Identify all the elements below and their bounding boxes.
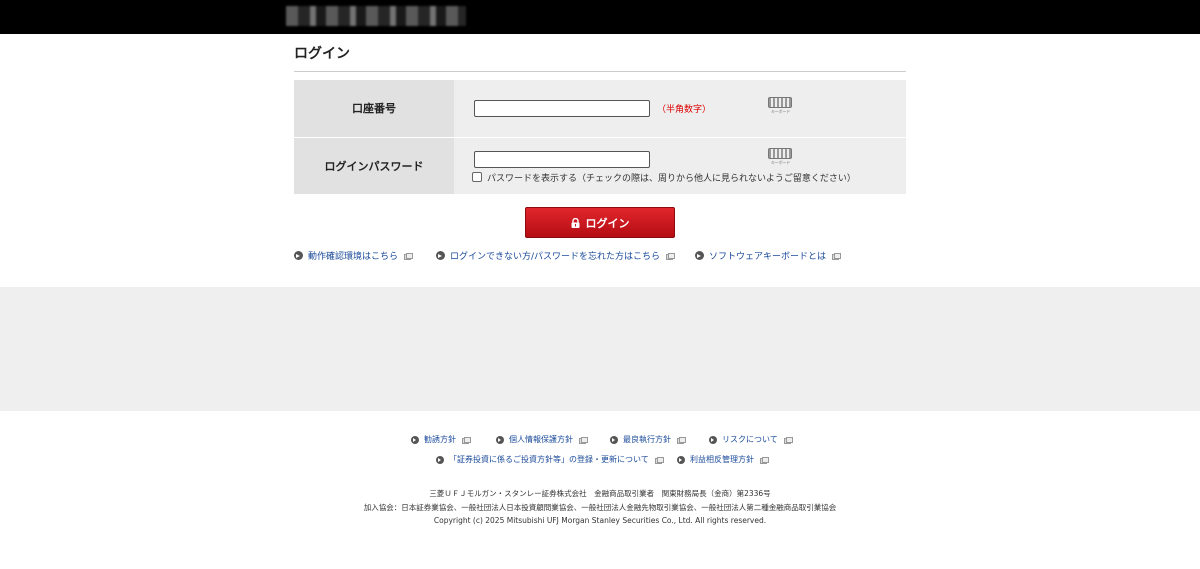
login-password-label: ログインパスワード bbox=[294, 137, 454, 195]
footer-link-risk[interactable]: リスクについて bbox=[709, 434, 793, 445]
top-header-bar bbox=[0, 0, 1200, 34]
arrow-right-icon bbox=[436, 455, 444, 464]
new-window-icon bbox=[832, 252, 842, 260]
forgot-password-link-label: ログインできない方/パスワードを忘れた方はこちら bbox=[450, 252, 661, 262]
footer-link-label: 勧誘方針 bbox=[424, 435, 456, 444]
blurred-logo bbox=[286, 6, 466, 26]
software-keyboard-link-label: ソフトウェアキーボードとは bbox=[709, 252, 827, 262]
arrow-right-icon bbox=[709, 435, 717, 444]
footer-link-conflict-of-interest[interactable]: 利益相反管理方針 bbox=[677, 454, 769, 465]
arrow-right-icon bbox=[677, 455, 685, 464]
arrow-right-icon bbox=[610, 435, 618, 444]
account-number-label: 口座番号 bbox=[294, 80, 454, 138]
login-container: ログイン 口座番号 （半角数字） キーボード ログインパスワード キーボード パ… bbox=[294, 34, 906, 262]
software-keyboard-icon[interactable]: キーボード bbox=[768, 97, 793, 115]
password-row: ログインパスワード キーボード パスワードを表示する（チェックの際は、周りから他… bbox=[294, 137, 906, 195]
new-window-icon bbox=[783, 436, 793, 444]
new-window-icon bbox=[462, 436, 471, 444]
new-window-icon bbox=[579, 436, 588, 444]
software-keyboard-icon[interactable]: キーボード bbox=[768, 147, 793, 166]
footer-link-best-execution[interactable]: 最良執行方針 bbox=[610, 434, 686, 445]
account-number-cell: （半角数字） キーボード bbox=[454, 80, 906, 138]
forgot-password-link[interactable]: ログインできない方/パスワードを忘れた方はこちら bbox=[436, 249, 676, 262]
association-memberships: 加入協会：日本証券業協会、一般社団法人日本投資顧問業協会、一般社団法人金融先物取… bbox=[363, 503, 837, 512]
footer-link-investment-policy[interactable]: 「証券投資に係るご投資方針等」の登録・更新について bbox=[436, 454, 664, 465]
company-registration: 三菱ＵＦＪモルガン・スタンレー証券株式会社 金融商品取引業者 関東財務局長（金商… bbox=[429, 489, 771, 498]
copyright: Copyright (c) 2025 Mitsubishi UFJ Morgan… bbox=[433, 516, 767, 525]
new-window-icon bbox=[654, 456, 664, 464]
keyboard-keys-icon bbox=[768, 97, 792, 108]
new-window-icon bbox=[666, 252, 676, 260]
account-number-input[interactable] bbox=[474, 100, 650, 117]
keyboard-caption: キーボード bbox=[771, 159, 790, 165]
arrow-right-icon bbox=[496, 435, 504, 444]
title-divider bbox=[294, 71, 906, 72]
keyboard-keys-icon bbox=[768, 147, 792, 159]
footer-link-label: リスクについて bbox=[722, 435, 778, 444]
arrow-right-icon bbox=[695, 251, 704, 260]
content-gray-band bbox=[0, 287, 1200, 411]
environment-link[interactable]: 動作確認環境はこちら bbox=[294, 249, 414, 262]
new-window-icon bbox=[404, 252, 414, 260]
new-window-icon bbox=[760, 456, 769, 464]
login-password-cell: キーボード パスワードを表示する（チェックの際は、周りから他人に見られないようご… bbox=[454, 137, 906, 195]
login-password-input[interactable] bbox=[474, 150, 650, 168]
login-button[interactable]: ログイン bbox=[525, 207, 675, 238]
footer-link-label: 「証券投資に係るご投資方針等」の登録・更新について bbox=[449, 455, 649, 464]
show-password-checkbox[interactable] bbox=[472, 172, 482, 182]
show-password-option[interactable]: パスワードを表示する（チェックの際は、周りから他人に見られないようご留意ください… bbox=[472, 171, 856, 184]
software-keyboard-link[interactable]: ソフトウェアキーボードとは bbox=[695, 249, 842, 262]
keyboard-caption: キーボード bbox=[771, 109, 790, 114]
login-form-table: 口座番号 （半角数字） キーボード ログインパスワード キーボード パスワードを… bbox=[294, 80, 906, 195]
new-window-icon bbox=[677, 436, 686, 444]
show-password-label: パスワードを表示する（チェックの際は、周りから他人に見られないようご留意ください… bbox=[487, 173, 856, 184]
footer-link-label: 個人情報保護方針 bbox=[509, 435, 573, 444]
arrow-right-icon bbox=[411, 435, 419, 444]
footer-link-solicitation[interactable]: 勧誘方針 bbox=[411, 434, 471, 445]
login-button-label: ログイン bbox=[585, 216, 630, 230]
account-row: 口座番号 （半角数字） キーボード bbox=[294, 80, 906, 138]
arrow-right-icon bbox=[294, 251, 303, 260]
footer-link-label: 利益相反管理方針 bbox=[690, 455, 754, 464]
arrow-right-icon bbox=[436, 251, 445, 260]
footer-link-privacy[interactable]: 個人情報保護方針 bbox=[496, 434, 588, 445]
footer-link-label: 最良執行方針 bbox=[623, 435, 671, 444]
account-number-hint: （半角数字） bbox=[657, 105, 712, 115]
page-title: ログイン bbox=[294, 46, 350, 62]
lock-icon bbox=[571, 217, 580, 228]
environment-link-label: 動作確認環境はこちら bbox=[308, 252, 399, 262]
